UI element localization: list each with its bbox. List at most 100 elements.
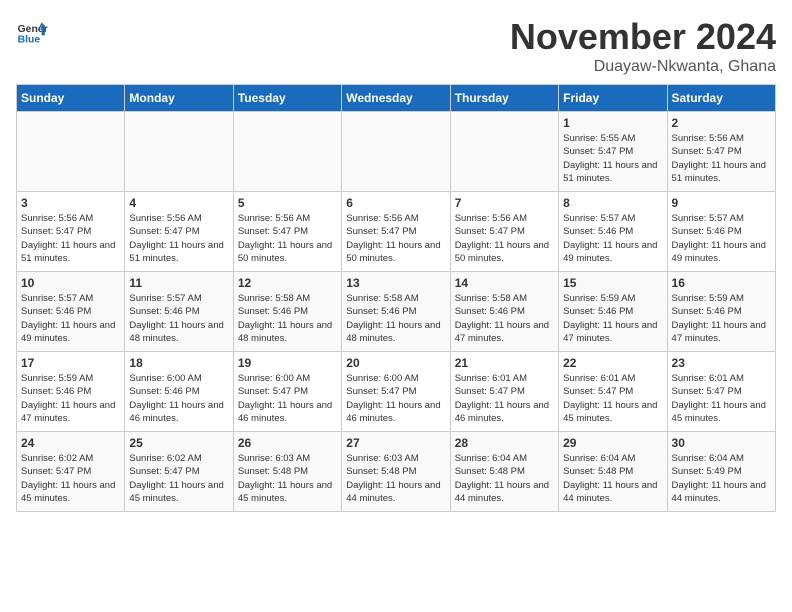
day-number: 5 <box>238 196 337 210</box>
calendar-day-cell: 14 Sunrise: 5:58 AM Sunset: 5:46 PM Dayli… <box>450 272 558 352</box>
weekday-header-row: SundayMondayTuesdayWednesdayThursdayFrid… <box>17 85 776 112</box>
day-number: 26 <box>238 436 337 450</box>
day-number: 7 <box>455 196 554 210</box>
day-info: Sunrise: 5:56 AM Sunset: 5:47 PM Dayligh… <box>129 212 228 265</box>
title-block: November 2024 Duayaw-Nkwanta, Ghana <box>510 16 776 76</box>
calendar-day-cell: 15 Sunrise: 5:59 AM Sunset: 5:46 PM Dayli… <box>559 272 667 352</box>
calendar-day-cell: 8Sunrise: 5:57 AM Sunset: 5:46 PM Daylig… <box>559 192 667 272</box>
calendar-day-cell: 11Sunrise: 5:57 AM Sunset: 5:46 PM Dayli… <box>125 272 233 352</box>
calendar-week-row: 10 Sunrise: 5:57 AM Sunset: 5:46 PM Dayli… <box>17 272 776 352</box>
calendar-day-cell: 4Sunrise: 5:56 AM Sunset: 5:47 PM Daylig… <box>125 192 233 272</box>
day-info: Sunrise: 5:56 AM Sunset: 5:47 PM Dayligh… <box>455 212 554 265</box>
calendar-body: 1 Sunrise: 5:55 AM Sunset: 5:47 PM Daylig… <box>17 112 776 512</box>
calendar-day-cell: 5 Sunrise: 5:56 AM Sunset: 5:47 PM Daylig… <box>233 192 341 272</box>
day-info: Sunrise: 5:59 AM Sunset: 5:46 PM Dayligh… <box>21 372 120 425</box>
calendar-day-cell: 20Sunrise: 6:00 AM Sunset: 5:47 PM Dayli… <box>342 352 450 432</box>
logo-icon: General Blue <box>16 16 48 48</box>
day-info: Sunrise: 5:58 AM Sunset: 5:46 PM Dayligh… <box>346 292 445 345</box>
calendar-day-cell: 18 Sunrise: 6:00 AM Sunset: 5:46 PM Dayli… <box>125 352 233 432</box>
calendar-day-cell: 27 Sunrise: 6:03 AM Sunset: 5:48 PM Dayli… <box>342 432 450 512</box>
day-number: 30 <box>672 436 771 450</box>
calendar-day-cell: 7 Sunrise: 5:56 AM Sunset: 5:47 PM Daylig… <box>450 192 558 272</box>
weekday-header-cell: Wednesday <box>342 85 450 112</box>
calendar-day-cell <box>342 112 450 192</box>
calendar-day-cell: 13 Sunrise: 5:58 AM Sunset: 5:46 PM Dayli… <box>342 272 450 352</box>
calendar-day-cell <box>233 112 341 192</box>
calendar-day-cell <box>125 112 233 192</box>
location-title: Duayaw-Nkwanta, Ghana <box>510 58 776 76</box>
calendar-day-cell: 19Sunrise: 6:00 AM Sunset: 5:47 PM Dayli… <box>233 352 341 432</box>
day-info: Sunrise: 5:57 AM Sunset: 5:46 PM Dayligh… <box>129 292 228 345</box>
day-info: Sunrise: 5:58 AM Sunset: 5:46 PM Dayligh… <box>455 292 554 345</box>
day-info: Sunrise: 5:59 AM Sunset: 5:46 PM Dayligh… <box>563 292 662 345</box>
day-info: Sunrise: 6:04 AM Sunset: 5:49 PM Dayligh… <box>672 452 771 505</box>
calendar-day-cell: 24Sunrise: 6:02 AM Sunset: 5:47 PM Dayli… <box>17 432 125 512</box>
calendar-day-cell: 10 Sunrise: 5:57 AM Sunset: 5:46 PM Dayli… <box>17 272 125 352</box>
calendar-day-cell: 21 Sunrise: 6:01 AM Sunset: 5:47 PM Dayli… <box>450 352 558 432</box>
calendar-day-cell: 23 Sunrise: 6:01 AM Sunset: 5:47 PM Dayli… <box>667 352 775 432</box>
header: General Blue November 2024 Duayaw-Nkwant… <box>16 16 776 76</box>
day-number: 22 <box>563 356 662 370</box>
calendar-day-cell: 26 Sunrise: 6:03 AM Sunset: 5:48 PM Dayli… <box>233 432 341 512</box>
day-info: Sunrise: 5:56 AM Sunset: 5:47 PM Dayligh… <box>238 212 337 265</box>
calendar-day-cell: 30 Sunrise: 6:04 AM Sunset: 5:49 PM Dayli… <box>667 432 775 512</box>
day-number: 24 <box>21 436 120 450</box>
calendar-day-cell: 9Sunrise: 5:57 AM Sunset: 5:46 PM Daylig… <box>667 192 775 272</box>
calendar-day-cell <box>17 112 125 192</box>
day-number: 12 <box>238 276 337 290</box>
day-number: 21 <box>455 356 554 370</box>
calendar-week-row: 1 Sunrise: 5:55 AM Sunset: 5:47 PM Daylig… <box>17 112 776 192</box>
day-number: 20 <box>346 356 445 370</box>
day-number: 8 <box>563 196 662 210</box>
day-info: Sunrise: 6:01 AM Sunset: 5:47 PM Dayligh… <box>672 372 771 425</box>
day-number: 1 <box>563 116 662 130</box>
day-number: 14 <box>455 276 554 290</box>
day-info: Sunrise: 6:02 AM Sunset: 5:47 PM Dayligh… <box>129 452 228 505</box>
calendar-day-cell: 22 Sunrise: 6:01 AM Sunset: 5:47 PM Dayli… <box>559 352 667 432</box>
logo: General Blue <box>16 16 48 48</box>
day-number: 15 <box>563 276 662 290</box>
day-number: 2 <box>672 116 771 130</box>
weekday-header-cell: Sunday <box>17 85 125 112</box>
day-info: Sunrise: 5:55 AM Sunset: 5:47 PM Dayligh… <box>563 132 662 185</box>
day-info: Sunrise: 5:57 AM Sunset: 5:46 PM Dayligh… <box>21 292 120 345</box>
day-number: 16 <box>672 276 771 290</box>
day-number: 23 <box>672 356 771 370</box>
day-info: Sunrise: 6:04 AM Sunset: 5:48 PM Dayligh… <box>455 452 554 505</box>
calendar-day-cell: 25 Sunrise: 6:02 AM Sunset: 5:47 PM Dayli… <box>125 432 233 512</box>
weekday-header-cell: Saturday <box>667 85 775 112</box>
day-number: 27 <box>346 436 445 450</box>
day-info: Sunrise: 5:57 AM Sunset: 5:46 PM Dayligh… <box>672 212 771 265</box>
weekday-header-cell: Monday <box>125 85 233 112</box>
day-number: 18 <box>129 356 228 370</box>
day-info: Sunrise: 6:01 AM Sunset: 5:47 PM Dayligh… <box>563 372 662 425</box>
calendar-week-row: 17 Sunrise: 5:59 AM Sunset: 5:46 PM Dayli… <box>17 352 776 432</box>
day-info: Sunrise: 6:01 AM Sunset: 5:47 PM Dayligh… <box>455 372 554 425</box>
calendar-day-cell: 28 Sunrise: 6:04 AM Sunset: 5:48 PM Dayli… <box>450 432 558 512</box>
calendar-day-cell: 17 Sunrise: 5:59 AM Sunset: 5:46 PM Dayli… <box>17 352 125 432</box>
day-number: 10 <box>21 276 120 290</box>
day-info: Sunrise: 5:56 AM Sunset: 5:47 PM Dayligh… <box>672 132 771 185</box>
day-info: Sunrise: 6:00 AM Sunset: 5:46 PM Dayligh… <box>129 372 228 425</box>
day-number: 6 <box>346 196 445 210</box>
day-number: 13 <box>346 276 445 290</box>
day-number: 25 <box>129 436 228 450</box>
day-info: Sunrise: 5:59 AM Sunset: 5:46 PM Dayligh… <box>672 292 771 345</box>
day-info: Sunrise: 6:03 AM Sunset: 5:48 PM Dayligh… <box>346 452 445 505</box>
weekday-header-cell: Friday <box>559 85 667 112</box>
svg-text:Blue: Blue <box>18 34 41 45</box>
day-info: Sunrise: 5:56 AM Sunset: 5:47 PM Dayligh… <box>21 212 120 265</box>
day-number: 29 <box>563 436 662 450</box>
day-number: 17 <box>21 356 120 370</box>
day-info: Sunrise: 5:56 AM Sunset: 5:47 PM Dayligh… <box>346 212 445 265</box>
day-info: Sunrise: 6:00 AM Sunset: 5:47 PM Dayligh… <box>238 372 337 425</box>
calendar-week-row: 3 Sunrise: 5:56 AM Sunset: 5:47 PM Daylig… <box>17 192 776 272</box>
weekday-header-cell: Tuesday <box>233 85 341 112</box>
day-number: 3 <box>21 196 120 210</box>
calendar-week-row: 24 Sunrise: 6:02 AM Sunset: 5:47 PM Dayli… <box>17 432 776 512</box>
calendar-day-cell: 3 Sunrise: 5:56 AM Sunset: 5:47 PM Daylig… <box>17 192 125 272</box>
calendar-day-cell: 2 Sunrise: 5:56 AM Sunset: 5:47 PM Daylig… <box>667 112 775 192</box>
day-number: 28 <box>455 436 554 450</box>
day-info: Sunrise: 5:58 AM Sunset: 5:46 PM Dayligh… <box>238 292 337 345</box>
day-info: Sunrise: 6:03 AM Sunset: 5:48 PM Dayligh… <box>238 452 337 505</box>
